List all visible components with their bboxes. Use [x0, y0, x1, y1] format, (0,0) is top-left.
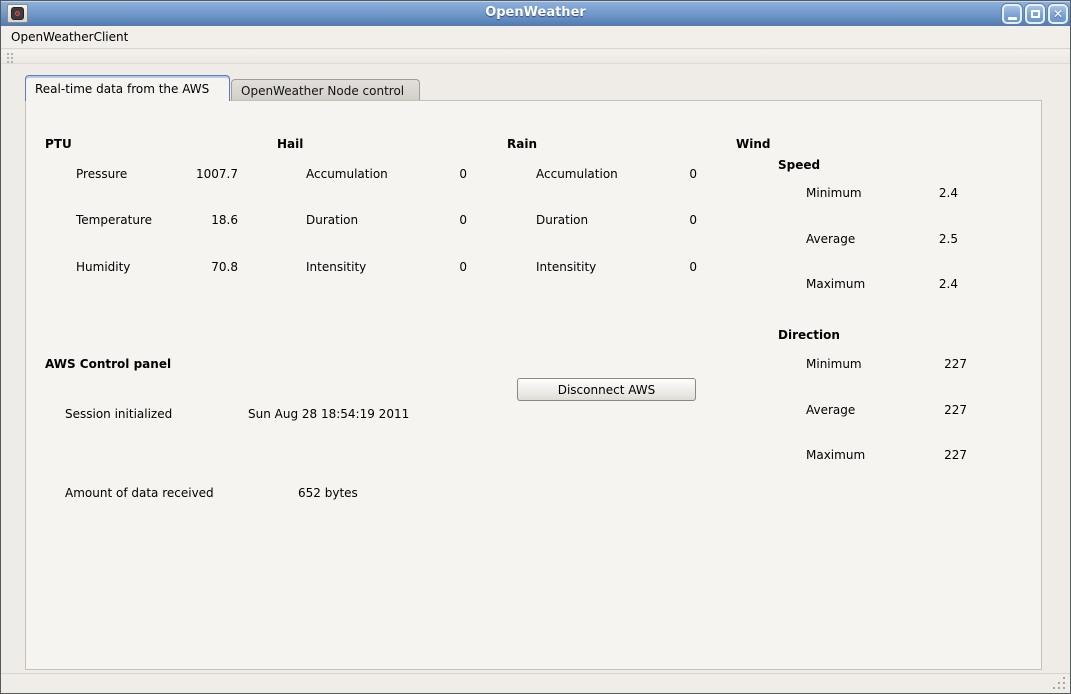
rain-section-title: Rain — [507, 137, 537, 151]
rain-intensity-value: 0 — [689, 260, 697, 274]
rain-accumulation-label: Accumulation — [536, 167, 618, 181]
ptu-pressure-label: Pressure — [76, 167, 128, 181]
wind-direction-average-value: 227 — [944, 403, 967, 417]
wind-speed-minimum-value: 2.4 — [938, 186, 958, 200]
data-received-label: Amount of data received — [65, 486, 214, 500]
session-initialized-label: Session initialized — [65, 407, 173, 421]
data-received-value: 652 bytes — [298, 486, 358, 500]
app-window: OpenWeather ✕ OpenWeatherClient Real-tim… — [0, 0, 1071, 694]
toolbar — [1, 50, 1070, 64]
hail-section-title: Hail — [277, 137, 304, 151]
wind-direction-average-label: Average — [806, 403, 856, 417]
wind-speed-maximum-value: 2.4 — [938, 277, 958, 291]
tab-openweather-node-control[interactable]: OpenWeather Node control — [231, 79, 420, 101]
close-button[interactable]: ✕ — [1048, 4, 1068, 24]
hail-intensity-label: Intensitity — [306, 260, 367, 274]
minimize-icon — [1007, 17, 1017, 20]
statusbar — [1, 673, 1070, 693]
wind-speed-maximum-label: Maximum — [806, 277, 866, 291]
hail-accumulation-value: 0 — [459, 167, 467, 181]
ptu-humidity-value: 70.8 — [211, 260, 238, 274]
tab-realtime-data-aws[interactable]: Real-time data from the AWS — [25, 75, 230, 101]
ptu-section-title: PTU — [45, 137, 72, 151]
maximize-button[interactable] — [1025, 4, 1045, 24]
rain-intensity-label: Intensitity — [536, 260, 597, 274]
rain-duration-value: 0 — [689, 213, 697, 227]
wind-direction-title: Direction — [778, 328, 840, 342]
window-title: OpenWeather — [485, 5, 586, 20]
rain-accumulation-value: 0 — [689, 167, 697, 181]
aws-control-panel-title: AWS Control panel — [45, 357, 172, 371]
session-initialized-value: Sun Aug 28 18:54:19 2011 — [248, 407, 410, 421]
hail-accumulation-label: Accumulation — [306, 167, 388, 181]
titlebar[interactable]: OpenWeather ✕ — [1, 1, 1070, 26]
menu-openweatherclient[interactable]: OpenWeatherClient — [1, 27, 138, 48]
wind-direction-maximum-value: 227 — [944, 448, 967, 462]
wind-speed-average-label: Average — [806, 232, 856, 246]
wind-speed-average-value: 2.5 — [938, 232, 958, 246]
rain-duration-label: Duration — [536, 213, 589, 227]
ptu-temperature-value: 18.6 — [211, 213, 238, 227]
wind-speed-minimum-label: Minimum — [806, 186, 862, 200]
resize-grip-icon[interactable] — [1053, 687, 1055, 689]
ptu-pressure-value: 1007.7 — [196, 167, 238, 181]
close-icon: ✕ — [1052, 7, 1064, 21]
hail-duration-value: 0 — [459, 213, 467, 227]
wind-direction-minimum-value: 227 — [944, 357, 967, 371]
minimize-button[interactable] — [1002, 4, 1022, 24]
wind-direction-minimum-label: Minimum — [806, 357, 862, 371]
wind-direction-maximum-label: Maximum — [806, 448, 866, 462]
hail-intensity-value: 0 — [459, 260, 467, 274]
maximize-icon — [1030, 10, 1040, 18]
wind-speed-title: Speed — [778, 158, 821, 172]
wind-section-title: Wind — [736, 137, 771, 151]
menubar: OpenWeatherClient — [1, 26, 1070, 49]
ptu-humidity-label: Humidity — [76, 260, 131, 274]
toolbar-grip-icon[interactable] — [7, 53, 9, 55]
hail-duration-label: Duration — [306, 213, 359, 227]
disconnect-aws-button[interactable]: Disconnect AWS — [517, 378, 696, 401]
